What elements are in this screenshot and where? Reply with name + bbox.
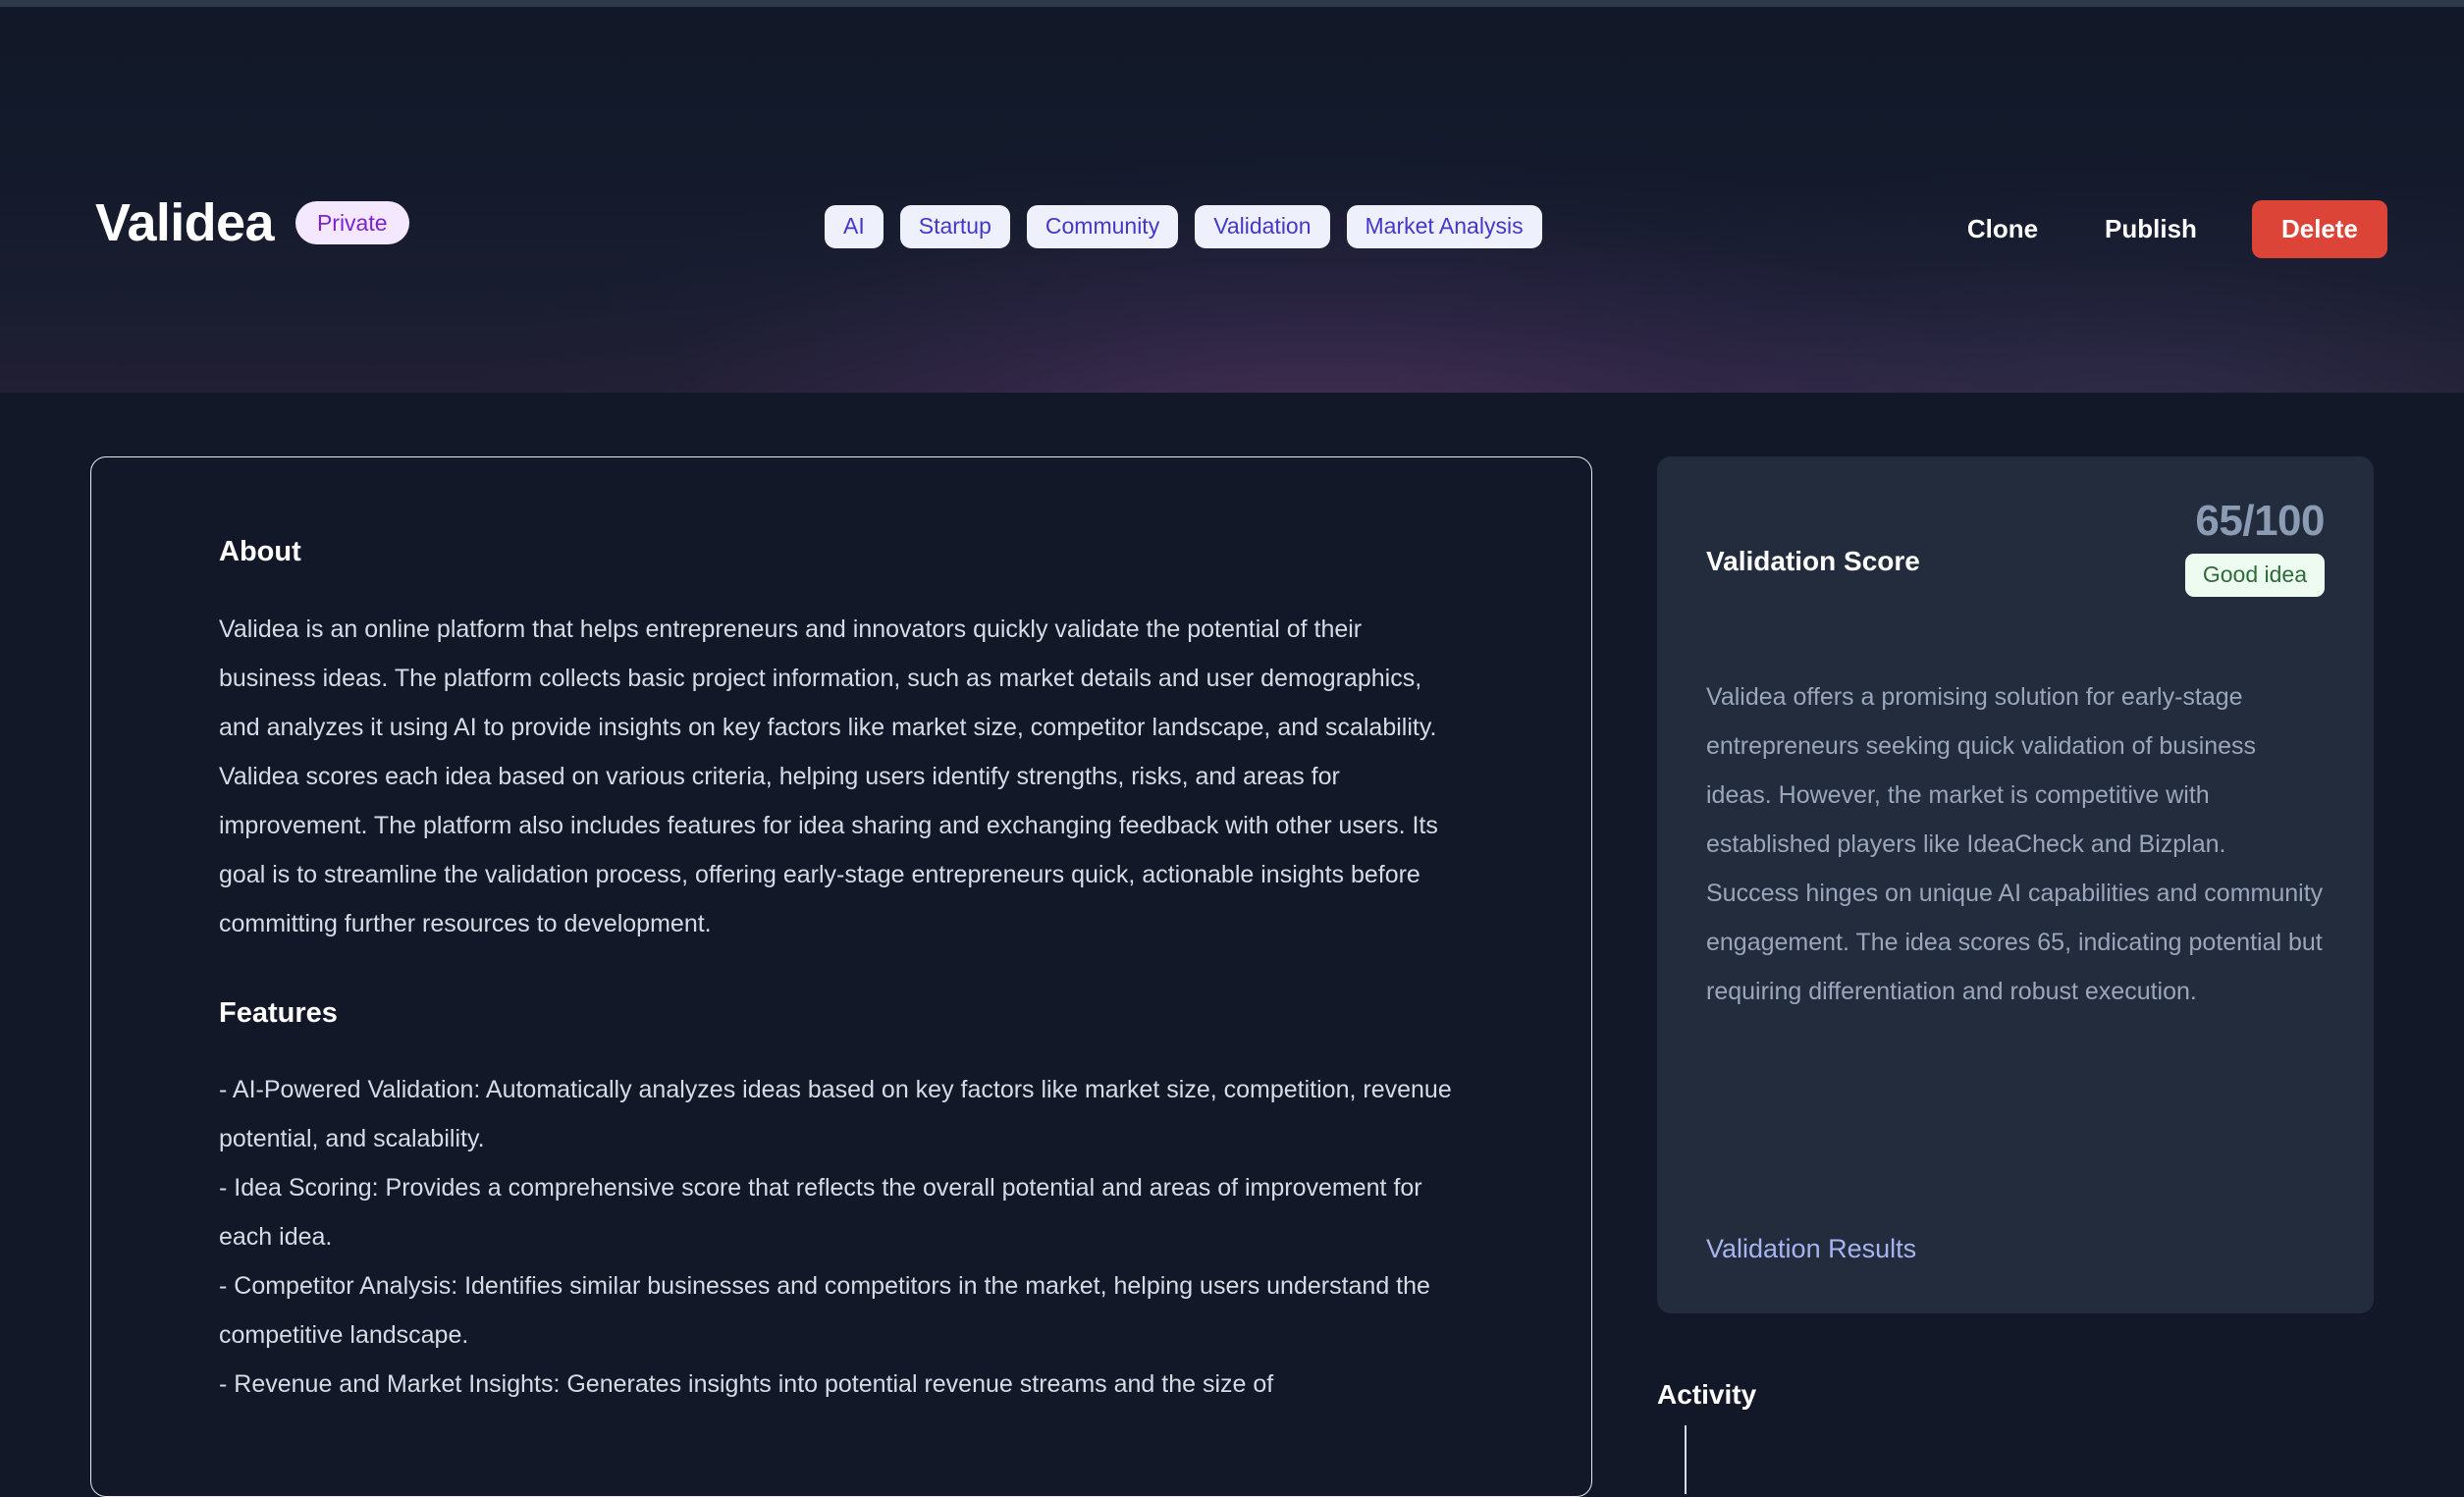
feature-item: - Revenue and Market Insights: Generates… xyxy=(219,1370,1274,1399)
score-values: 65/100 Good idea xyxy=(2184,497,2325,597)
feature-item: - AI-Powered Validation: Automatically a… xyxy=(219,1076,1452,1153)
features-heading: Features xyxy=(219,996,338,1029)
validation-summary-text: Validea offers a promising solution for … xyxy=(1706,683,2324,1005)
tag-community[interactable]: Community xyxy=(1026,205,1179,248)
title-block: Validea Private xyxy=(95,196,409,249)
sidebar: Validation Score 65/100 Good idea Valide… xyxy=(1657,456,2374,1495)
page-header: Validea Private AI Startup Community Val… xyxy=(0,0,2464,393)
verdict-badge: Good idea xyxy=(2184,554,2325,597)
clone-button[interactable]: Clone xyxy=(1934,211,2071,246)
about-heading: About xyxy=(219,536,301,567)
tag-market-analysis[interactable]: Market Analysis xyxy=(1346,205,1542,248)
about-text: Validea is an online platform that helps… xyxy=(219,615,1438,937)
publish-button[interactable]: Publish xyxy=(2071,211,2230,246)
activity-section: Activity xyxy=(1657,1377,2374,1495)
activity-heading: Activity xyxy=(1657,1379,1757,1410)
header-actions: Clone Publish Delete xyxy=(1934,200,2387,258)
delete-button[interactable]: Delete xyxy=(2251,200,2387,258)
tag-ai[interactable]: AI xyxy=(825,205,884,248)
feature-item: - Idea Scoring: Provides a comprehensive… xyxy=(219,1174,1422,1252)
page-title: Validea xyxy=(95,193,275,252)
activity-timeline-line xyxy=(1685,1425,1687,1495)
validation-score-value: 65/100 xyxy=(2195,497,2325,545)
validation-score-label: Validation Score xyxy=(1706,546,1920,576)
validation-score-card: Validation Score 65/100 Good idea Valide… xyxy=(1657,456,2374,1313)
tag-validation[interactable]: Validation xyxy=(1195,205,1330,248)
about-card: About Validea is an online platform that… xyxy=(90,456,1592,1497)
feature-item: - Competitor Analysis: Identifies simila… xyxy=(219,1272,1430,1350)
visibility-badge: Private xyxy=(295,200,409,245)
validation-results-link[interactable]: Validation Results xyxy=(1706,1232,1916,1266)
tag-startup[interactable]: Startup xyxy=(899,205,1010,248)
page-content: About Validea is an online platform that… xyxy=(0,393,2464,1497)
tag-list: AI Startup Community Validation Market A… xyxy=(825,205,1542,248)
about-card-body: About Validea is an online platform that… xyxy=(91,457,1591,1409)
score-header: Validation Score 65/100 Good idea xyxy=(1706,497,2325,608)
